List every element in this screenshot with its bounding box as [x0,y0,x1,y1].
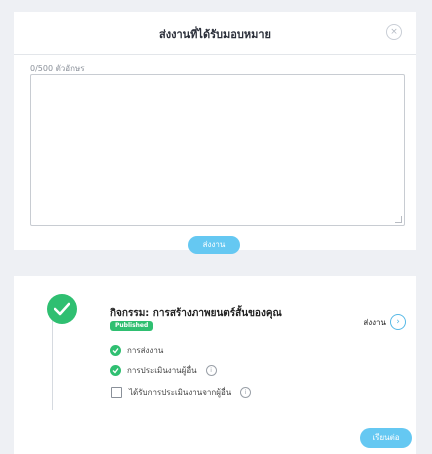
step-peer-review: การประเมินงานผู้อื่น i [110,364,217,377]
resize-grip-icon[interactable] [395,216,402,223]
check-circle-icon [110,345,121,356]
submit-button[interactable]: ส่งงาน [188,236,240,254]
activity-card: กิจกรรม: การสร้างภาพยนตร์สั้นของคุณ Publ… [14,276,416,454]
step-label: ได้รับการประเมินงานจากผู้อื่น [129,388,232,397]
activity-check-icon [47,294,77,324]
step-label: การประเมินงานผู้อื่น [127,366,197,375]
continue-button[interactable]: เรียนต่อ [360,428,412,448]
status-badge: Published [110,321,154,331]
chevron-right-icon[interactable]: › [390,314,406,330]
pending-square-icon [111,387,122,398]
submit-task-label[interactable]: ส่งงาน [363,316,386,329]
info-icon[interactable]: i [205,365,217,376]
progress-connector [52,310,53,410]
submission-modal: ส่งงานที่ได้รับมอบหมาย × 0/500 ตัวอักษร … [14,12,416,254]
step-label: การส่งงาน [127,346,164,355]
close-icon[interactable]: × [386,24,402,40]
step-submission: การส่งงาน [110,344,163,357]
modal-header: ส่งงานที่ได้รับมอบหมาย × [14,12,416,55]
submission-textarea[interactable] [30,74,405,226]
step-received-review: ได้รับการประเมินงานจากผู้อื่น i [110,386,252,399]
modal-title: ส่งงานที่ได้รับมอบหมาย [159,28,271,41]
info-icon[interactable]: i [240,387,252,398]
activity-title: กิจกรรม: การสร้างภาพยนตร์สั้นของคุณ [110,308,282,319]
submit-task-link[interactable]: ส่งงาน › [363,314,406,330]
check-circle-icon [110,365,121,376]
